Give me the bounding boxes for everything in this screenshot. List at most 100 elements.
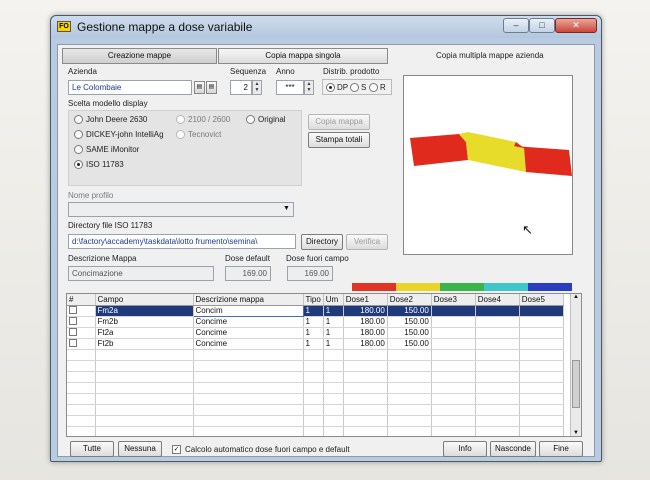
dose3-cell[interactable] — [431, 327, 476, 339]
um-cell[interactable]: 1 — [323, 316, 344, 328]
dose4-cell[interactable] — [475, 327, 520, 339]
descrizione-cell[interactable]: Concim — [192, 304, 304, 317]
radio-same-imonitor[interactable] — [74, 145, 83, 154]
radio-tecnovict[interactable] — [176, 130, 185, 139]
copia-mappa-button[interactable]: Copia mappa — [308, 114, 370, 130]
dose3-cell[interactable] — [431, 305, 476, 317]
col-campo[interactable]: Campo — [95, 294, 194, 306]
dose1-cell[interactable]: 180.00 — [343, 316, 388, 328]
um-cell[interactable]: 1 — [323, 338, 344, 350]
scroll-up-icon[interactable]: ▲ — [571, 294, 581, 300]
dose2-cell[interactable]: 150.00 — [387, 305, 432, 317]
campo-cell[interactable]: Ft2b — [95, 338, 194, 350]
table-row-empty[interactable] — [67, 349, 564, 361]
table-scrollbar[interactable]: ▲ ▼ — [570, 294, 581, 436]
col-dose5[interactable]: Dose5 — [519, 294, 564, 306]
dose5-cell[interactable] — [519, 305, 564, 317]
info-button[interactable]: Info — [443, 441, 487, 457]
descrizione-mappa-field[interactable]: Concimazione — [68, 266, 214, 281]
verifica-button[interactable]: Verifica — [346, 234, 388, 250]
tipo-cell[interactable]: 1 — [303, 327, 324, 339]
table-row[interactable]: Fm2a Concim 1 1 180.00 150.00 — [67, 304, 564, 317]
table-row[interactable]: Ft2b Concime 1 1 180.00 150.00 — [67, 338, 564, 350]
radio-iso-11783[interactable] — [74, 160, 83, 169]
dose3-cell[interactable] — [431, 338, 476, 350]
maximize-button[interactable]: □ — [529, 18, 555, 33]
dose2-cell[interactable]: 150.00 — [387, 338, 432, 350]
mappe-table[interactable]: # Campo Descrizione mappa Tipo Um Dose1 … — [66, 293, 582, 437]
dose1-cell[interactable]: 180.00 — [343, 338, 388, 350]
col-tipo[interactable]: Tipo — [303, 294, 324, 306]
radio-john-deere[interactable] — [74, 115, 83, 124]
azienda-lookup-icon[interactable]: ▤ — [194, 81, 205, 94]
dose2-cell[interactable]: 150.00 — [387, 327, 432, 339]
dose4-cell[interactable] — [475, 338, 520, 350]
row-checkbox-cell[interactable] — [67, 338, 96, 350]
tab-copia-multipla[interactable]: Copia multipla mappe azienda — [436, 51, 544, 60]
chevron-down-icon[interactable]: ▼ — [280, 203, 293, 216]
campo-cell[interactable]: Ft2a — [95, 327, 194, 339]
radio-2100-2600[interactable] — [176, 115, 185, 124]
tab-copia-mappa-singola[interactable]: Copia mappa singola — [218, 48, 388, 64]
dose-default-field[interactable]: 169.00 — [225, 266, 271, 281]
table-row-empty[interactable] — [67, 360, 564, 372]
col-dose3[interactable]: Dose3 — [431, 294, 476, 306]
dose4-cell[interactable] — [475, 305, 520, 317]
nessuna-button[interactable]: Nessuna — [118, 441, 162, 457]
sequenza-spinner[interactable]: ▲ ▼ — [252, 80, 262, 95]
col-dose4[interactable]: Dose4 — [475, 294, 520, 306]
descrizione-cell[interactable]: Concime — [193, 316, 304, 328]
campo-cell[interactable]: Fm2a — [95, 305, 194, 317]
azienda-field[interactable]: Le Colombaie — [68, 80, 192, 95]
tipo-cell[interactable]: 1 — [303, 338, 324, 350]
sequenza-field[interactable]: 2 — [230, 80, 252, 95]
tutte-button[interactable]: Tutte — [70, 441, 114, 457]
table-row-empty[interactable] — [67, 382, 564, 394]
table-row-empty[interactable] — [67, 415, 564, 427]
row-checkbox-cell[interactable] — [67, 316, 96, 328]
fine-button[interactable]: Fine — [539, 441, 583, 457]
title-bar[interactable]: FO Gestione mappe a dose variabile – □ ✕ — [51, 16, 601, 38]
dose-fuori-field[interactable]: 169.00 — [287, 266, 333, 281]
anno-spinner[interactable]: ▲ ▼ — [304, 80, 314, 95]
azienda-edit-icon[interactable]: ▤ — [206, 81, 217, 94]
dose4-cell[interactable] — [475, 316, 520, 328]
col-descrizione[interactable]: Descrizione mappa — [193, 294, 304, 306]
dose5-cell[interactable] — [519, 316, 564, 328]
descrizione-cell[interactable]: Concime — [193, 338, 304, 350]
distrib-radio-s[interactable] — [350, 83, 359, 92]
scroll-thumb[interactable] — [572, 360, 580, 408]
col-dose2[interactable]: Dose2 — [387, 294, 432, 306]
table-row-empty[interactable] — [67, 371, 564, 383]
dose1-cell[interactable]: 180.00 — [343, 327, 388, 339]
radio-original[interactable] — [246, 115, 255, 124]
tab-creazione-mappe[interactable]: Creazione mappe — [62, 48, 217, 64]
row-checkbox-cell[interactable] — [67, 305, 96, 317]
dose2-cell[interactable]: 150.00 — [387, 316, 432, 328]
col-hash[interactable]: # — [67, 294, 96, 306]
dose3-cell[interactable] — [431, 316, 476, 328]
scroll-down-icon[interactable]: ▼ — [571, 430, 581, 436]
directory-iso-field[interactable]: d:\factory\accademy\taskdata\lotto frume… — [68, 234, 296, 249]
stampa-totali-button[interactable]: Stampa totali — [308, 132, 370, 148]
dose5-cell[interactable] — [519, 327, 564, 339]
directory-button[interactable]: Directory — [301, 234, 343, 250]
radio-dickey-john[interactable] — [74, 130, 83, 139]
nome-profilo-select[interactable] — [68, 202, 294, 217]
table-row[interactable]: Fm2b Concime 1 1 180.00 150.00 — [67, 316, 564, 328]
table-row[interactable]: Ft2a Concime 1 1 180.00 150.00 — [67, 327, 564, 339]
col-um[interactable]: Um — [323, 294, 344, 306]
table-row-empty[interactable] — [67, 404, 564, 416]
distrib-radio-r[interactable] — [369, 83, 378, 92]
minimize-button[interactable]: – — [503, 18, 529, 33]
dose1-cell[interactable]: 180.00 — [343, 305, 388, 317]
descrizione-cell[interactable]: Concime — [193, 327, 304, 339]
tipo-cell[interactable]: 1 — [303, 316, 324, 328]
dose5-cell[interactable] — [519, 338, 564, 350]
table-row-empty[interactable] — [67, 426, 564, 436]
map-preview[interactable]: ↖ — [403, 75, 573, 255]
col-dose1[interactable]: Dose1 — [343, 294, 388, 306]
row-checkbox-cell[interactable] — [67, 327, 96, 339]
tipo-cell[interactable]: 1 — [303, 305, 324, 317]
nascondi-button[interactable]: Nasconde — [490, 441, 536, 457]
